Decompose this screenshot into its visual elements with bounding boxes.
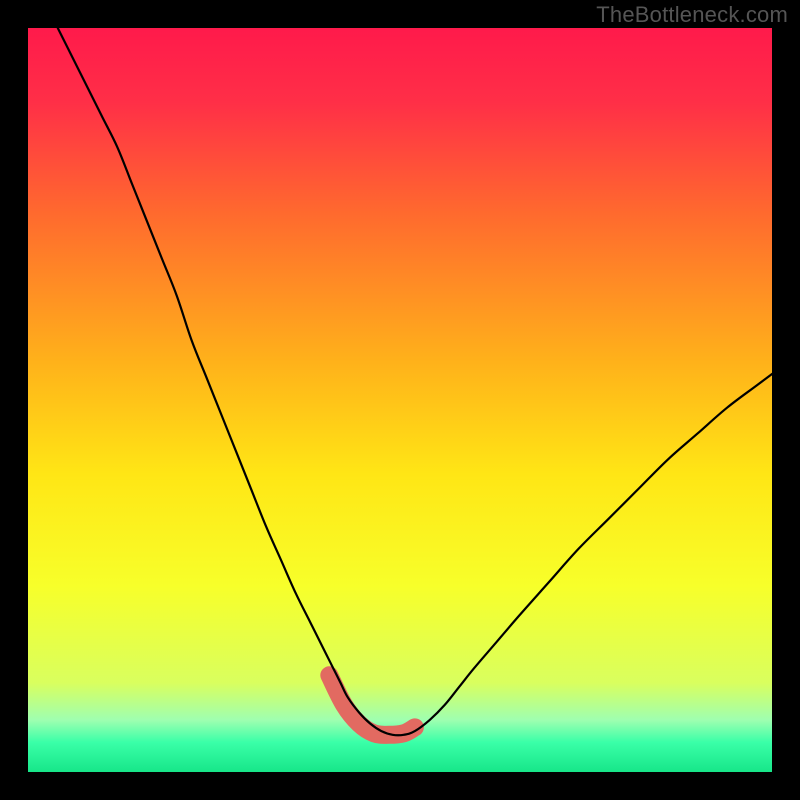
- gradient-background: [28, 28, 772, 772]
- watermark-text: TheBottleneck.com: [596, 2, 788, 28]
- chart-container: [28, 28, 772, 772]
- bottleneck-chart: [28, 28, 772, 772]
